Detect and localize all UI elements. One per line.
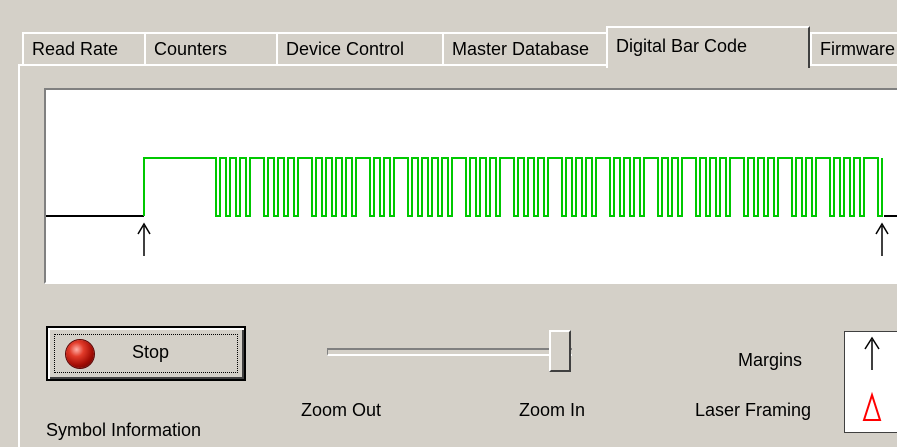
margin-up-arrow-icon bbox=[864, 336, 880, 370]
laser-framing-triangle-icon bbox=[862, 391, 882, 421]
tab-counters[interactable]: Counters bbox=[144, 32, 278, 66]
margin-marker-left bbox=[137, 222, 151, 256]
symbol-information-label: Symbol Information bbox=[46, 420, 202, 440]
margin-marker-right bbox=[875, 222, 889, 256]
zoom-out-label: Zoom Out bbox=[301, 400, 382, 420]
stop-button[interactable]: Stop bbox=[46, 326, 246, 381]
margins-label: Margins bbox=[738, 350, 803, 370]
laser-framing-label: Laser Framing bbox=[695, 400, 812, 420]
legend-svg bbox=[862, 336, 882, 421]
stop-button-label: Stop bbox=[132, 342, 170, 362]
tab-read-rate[interactable]: Read Rate bbox=[22, 32, 146, 66]
tab-master-database[interactable]: Master Database bbox=[442, 32, 628, 66]
red-indicator-icon bbox=[66, 340, 94, 368]
tab-digital-bar-code[interactable]: Digital Bar Code bbox=[606, 26, 810, 68]
bar-code-waveform-display bbox=[44, 88, 897, 284]
waveform-signal-trace bbox=[143, 157, 883, 217]
zoom-slider-track[interactable] bbox=[327, 348, 572, 356]
tab-device-control[interactable]: Device Control bbox=[276, 32, 444, 66]
waveform-svg bbox=[46, 157, 897, 256]
zoom-slider-thumb[interactable] bbox=[549, 330, 571, 372]
marker-legend-box bbox=[844, 331, 897, 433]
tab-bar: Read Rate Counters Device Control Master… bbox=[22, 26, 897, 68]
digital-bar-code-window: Read Rate Counters Device Control Master… bbox=[0, 0, 897, 447]
tab-firmware[interactable]: Firmware bbox=[810, 32, 897, 66]
zoom-in-label: Zoom In bbox=[519, 400, 586, 420]
